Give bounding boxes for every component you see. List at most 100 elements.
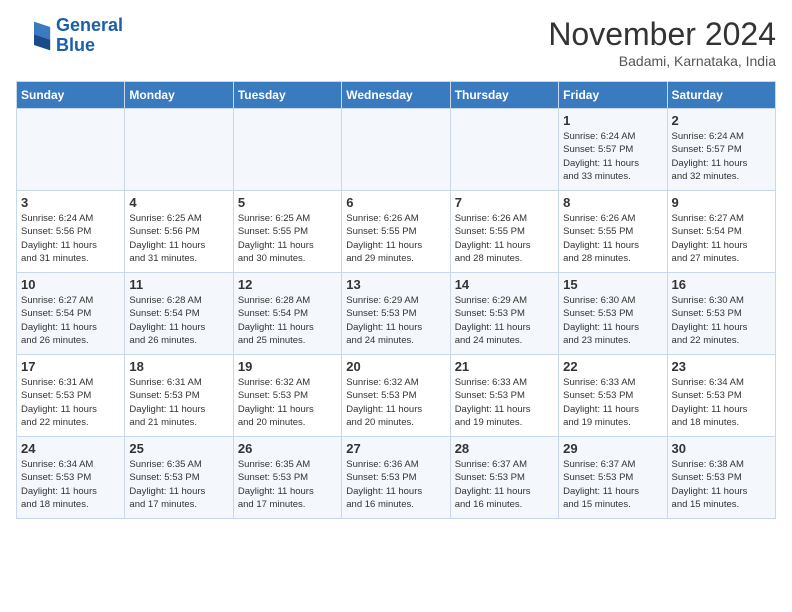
day-number: 29 (563, 441, 662, 456)
calendar-cell: 2 Sunrise: 6:24 AM Sunset: 5:57 PM Daylig… (667, 109, 775, 191)
day-info: Sunrise: 6:37 AM Sunset: 5:53 PM Dayligh… (455, 458, 554, 511)
calendar-cell: 18 Sunrise: 6:31 AM Sunset: 5:53 PM Dayli… (125, 355, 233, 437)
calendar-header: Sunday Monday Tuesday Wednesday Thursday… (17, 82, 776, 109)
day-info: Sunrise: 6:25 AM Sunset: 5:55 PM Dayligh… (238, 212, 337, 265)
day-info: Sunrise: 6:26 AM Sunset: 5:55 PM Dayligh… (563, 212, 662, 265)
calendar-cell: 11Sunrise: 6:28 AM Sunset: 5:54 PM Dayli… (125, 273, 233, 355)
day-info: Sunrise: 6:30 AM Sunset: 5:53 PM Dayligh… (563, 294, 662, 347)
calendar-cell: 13 Sunrise: 6:29 AM Sunset: 5:53 PM Dayli… (342, 273, 450, 355)
day-number: 20 (346, 359, 445, 374)
day-info: Sunrise: 6:24 AM Sunset: 5:57 PM Dayligh… (672, 130, 771, 183)
calendar-cell: 17Sunrise: 6:31 AM Sunset: 5:53 PM Dayli… (17, 355, 125, 437)
day-number: 19 (238, 359, 337, 374)
header-saturday: Saturday (667, 82, 775, 109)
day-info: Sunrise: 6:33 AM Sunset: 5:53 PM Dayligh… (563, 376, 662, 429)
logo: General Blue (16, 16, 123, 56)
calendar-cell: 14 Sunrise: 6:29 AM Sunset: 5:53 PM Dayli… (450, 273, 558, 355)
day-info: Sunrise: 6:27 AM Sunset: 5:54 PM Dayligh… (21, 294, 120, 347)
day-info: Sunrise: 6:29 AM Sunset: 5:53 PM Dayligh… (455, 294, 554, 347)
day-info: Sunrise: 6:37 AM Sunset: 5:53 PM Dayligh… (563, 458, 662, 511)
day-number: 9 (672, 195, 771, 210)
logo-text: General Blue (56, 16, 123, 56)
day-number: 14 (455, 277, 554, 292)
calendar-cell (342, 109, 450, 191)
day-number: 13 (346, 277, 445, 292)
day-info: Sunrise: 6:28 AM Sunset: 5:54 PM Dayligh… (238, 294, 337, 347)
day-number: 10 (21, 277, 120, 292)
calendar-cell: 6Sunrise: 6:26 AM Sunset: 5:55 PM Daylig… (342, 191, 450, 273)
day-info: Sunrise: 6:28 AM Sunset: 5:54 PM Dayligh… (129, 294, 228, 347)
day-info: Sunrise: 6:35 AM Sunset: 5:53 PM Dayligh… (129, 458, 228, 511)
calendar-table: Sunday Monday Tuesday Wednesday Thursday… (16, 81, 776, 519)
day-number: 7 (455, 195, 554, 210)
header-sunday: Sunday (17, 82, 125, 109)
day-info: Sunrise: 6:30 AM Sunset: 5:53 PM Dayligh… (672, 294, 771, 347)
calendar-cell: 10 Sunrise: 6:27 AM Sunset: 5:54 PM Dayli… (17, 273, 125, 355)
day-info: Sunrise: 6:33 AM Sunset: 5:53 PM Dayligh… (455, 376, 554, 429)
day-number: 15 (563, 277, 662, 292)
calendar-cell (450, 109, 558, 191)
title-block: November 2024 Badami, Karnataka, India (548, 16, 776, 69)
day-number: 4 (129, 195, 228, 210)
calendar-cell: 9 Sunrise: 6:27 AM Sunset: 5:54 PM Daylig… (667, 191, 775, 273)
calendar-cell: 24Sunrise: 6:34 AM Sunset: 5:53 PM Dayli… (17, 437, 125, 519)
calendar-cell: 22 Sunrise: 6:33 AM Sunset: 5:53 PM Dayli… (559, 355, 667, 437)
calendar-cell: 4 Sunrise: 6:25 AM Sunset: 5:56 PM Daylig… (125, 191, 233, 273)
calendar-cell: 28 Sunrise: 6:37 AM Sunset: 5:53 PM Dayli… (450, 437, 558, 519)
calendar-cell: 8 Sunrise: 6:26 AM Sunset: 5:55 PM Daylig… (559, 191, 667, 273)
day-info: Sunrise: 6:31 AM Sunset: 5:53 PM Dayligh… (129, 376, 228, 429)
month-title: November 2024 (548, 16, 776, 53)
calendar-cell: 29 Sunrise: 6:37 AM Sunset: 5:53 PM Dayli… (559, 437, 667, 519)
header-tuesday: Tuesday (233, 82, 341, 109)
day-number: 16 (672, 277, 771, 292)
day-info: Sunrise: 6:34 AM Sunset: 5:53 PM Dayligh… (672, 376, 771, 429)
calendar-body: 1Sunrise: 6:24 AM Sunset: 5:57 PM Daylig… (17, 109, 776, 519)
calendar-cell: 20 Sunrise: 6:32 AM Sunset: 5:53 PM Dayli… (342, 355, 450, 437)
day-number: 8 (563, 195, 662, 210)
day-number: 25 (129, 441, 228, 456)
calendar-cell: 16 Sunrise: 6:30 AM Sunset: 5:53 PM Dayli… (667, 273, 775, 355)
logo-icon (16, 18, 52, 54)
day-number: 18 (129, 359, 228, 374)
calendar-cell: 25 Sunrise: 6:35 AM Sunset: 5:53 PM Dayli… (125, 437, 233, 519)
day-info: Sunrise: 6:26 AM Sunset: 5:55 PM Dayligh… (455, 212, 554, 265)
calendar-cell: 26Sunrise: 6:35 AM Sunset: 5:53 PM Dayli… (233, 437, 341, 519)
header-thursday: Thursday (450, 82, 558, 109)
calendar-cell: 23 Sunrise: 6:34 AM Sunset: 5:53 PM Dayli… (667, 355, 775, 437)
day-number: 27 (346, 441, 445, 456)
day-number: 28 (455, 441, 554, 456)
calendar-cell (233, 109, 341, 191)
day-number: 3 (21, 195, 120, 210)
header-wednesday: Wednesday (342, 82, 450, 109)
calendar-cell: 27 Sunrise: 6:36 AM Sunset: 5:53 PM Dayli… (342, 437, 450, 519)
day-info: Sunrise: 6:26 AM Sunset: 5:55 PM Dayligh… (346, 212, 445, 265)
calendar-cell (17, 109, 125, 191)
day-number: 30 (672, 441, 771, 456)
day-number: 2 (672, 113, 771, 128)
day-info: Sunrise: 6:34 AM Sunset: 5:53 PM Dayligh… (21, 458, 120, 511)
day-info: Sunrise: 6:27 AM Sunset: 5:54 PM Dayligh… (672, 212, 771, 265)
day-number: 5 (238, 195, 337, 210)
header-monday: Monday (125, 82, 233, 109)
calendar-cell (125, 109, 233, 191)
calendar-cell: 15 Sunrise: 6:30 AM Sunset: 5:53 PM Dayli… (559, 273, 667, 355)
location: Badami, Karnataka, India (548, 53, 776, 69)
calendar-cell: 19 Sunrise: 6:32 AM Sunset: 5:53 PM Dayli… (233, 355, 341, 437)
day-number: 23 (672, 359, 771, 374)
calendar-cell: 21 Sunrise: 6:33 AM Sunset: 5:53 PM Dayli… (450, 355, 558, 437)
day-number: 22 (563, 359, 662, 374)
day-info: Sunrise: 6:32 AM Sunset: 5:53 PM Dayligh… (238, 376, 337, 429)
day-info: Sunrise: 6:38 AM Sunset: 5:53 PM Dayligh… (672, 458, 771, 511)
header-friday: Friday (559, 82, 667, 109)
day-info: Sunrise: 6:25 AM Sunset: 5:56 PM Dayligh… (129, 212, 228, 265)
day-info: Sunrise: 6:32 AM Sunset: 5:53 PM Dayligh… (346, 376, 445, 429)
day-info: Sunrise: 6:29 AM Sunset: 5:53 PM Dayligh… (346, 294, 445, 347)
day-info: Sunrise: 6:24 AM Sunset: 5:57 PM Dayligh… (563, 130, 662, 183)
page-header: General Blue November 2024 Badami, Karna… (16, 16, 776, 69)
day-number: 21 (455, 359, 554, 374)
calendar-cell: 1Sunrise: 6:24 AM Sunset: 5:57 PM Daylig… (559, 109, 667, 191)
calendar-cell: 30 Sunrise: 6:38 AM Sunset: 5:53 PM Dayli… (667, 437, 775, 519)
calendar-cell: 7 Sunrise: 6:26 AM Sunset: 5:55 PM Daylig… (450, 191, 558, 273)
calendar-cell: 12Sunrise: 6:28 AM Sunset: 5:54 PM Dayli… (233, 273, 341, 355)
day-info: Sunrise: 6:36 AM Sunset: 5:53 PM Dayligh… (346, 458, 445, 511)
